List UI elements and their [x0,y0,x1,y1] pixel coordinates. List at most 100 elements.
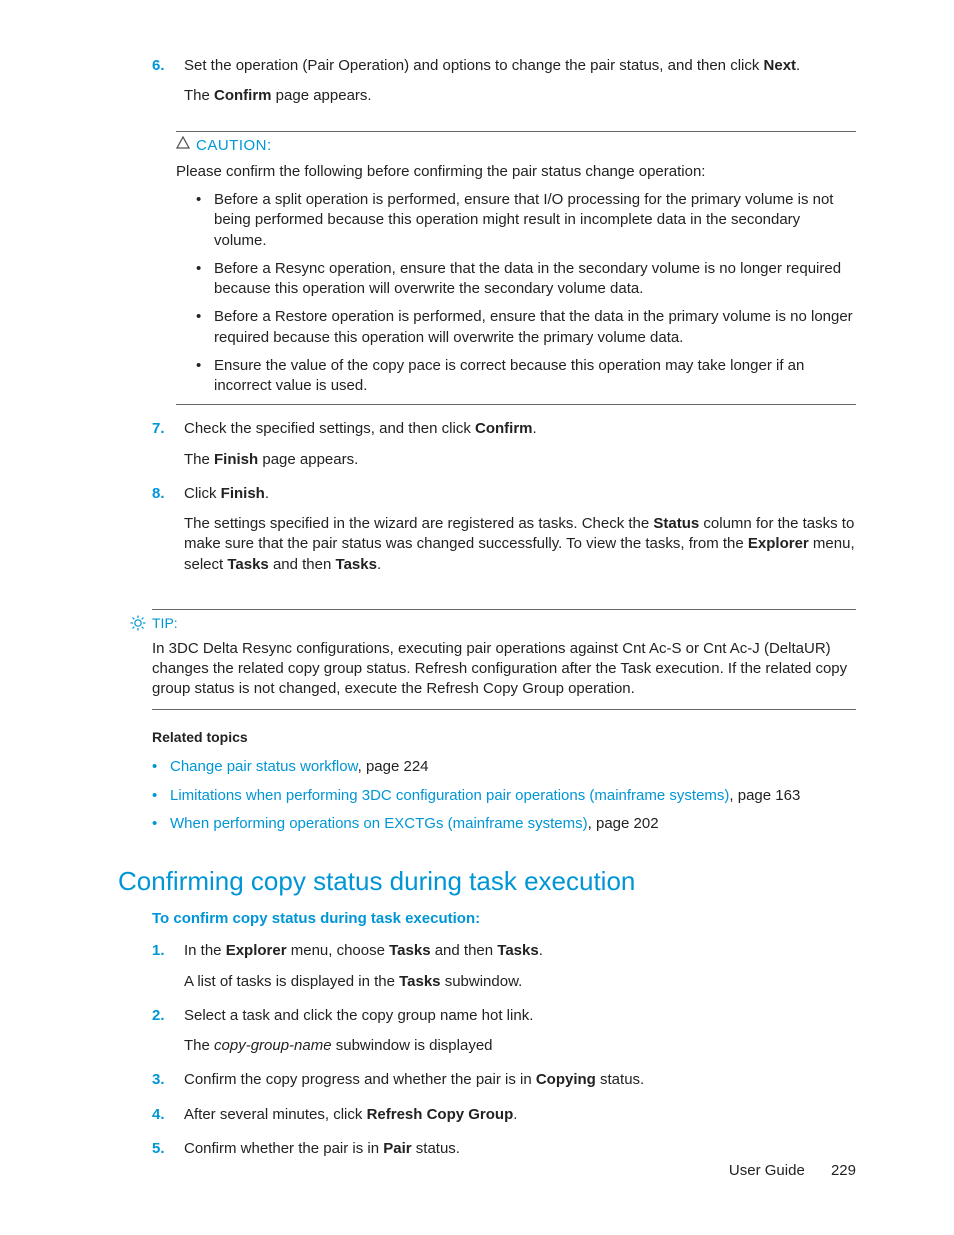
step-body: Check the specified settings, and then c… [184,419,856,480]
text: Before a Restore operation is performed,… [214,307,856,348]
text: The [184,87,214,104]
bold: Confirm [214,87,272,104]
related-topics: Related topics Change pair status workfl… [152,728,856,834]
text: , page 202 [588,815,659,832]
caution-item: Before a split operation is performed, e… [194,190,856,251]
step-number: 8. [152,484,184,585]
step-number: 6. [152,56,184,117]
text: Ensure the value of the copy pace is cor… [214,356,856,397]
text: , page 163 [729,787,800,804]
text: and then [269,556,336,573]
text: . [377,556,381,573]
text: . [539,942,543,959]
caution-icon [176,136,196,150]
caution-item: Ensure the value of the copy pace is cor… [194,356,856,397]
text: A list of tasks is displayed in the [184,973,399,990]
step-body: In the Explorer menu, choose Tasks and t… [184,941,856,1002]
caution-item: Before a Restore operation is performed,… [194,307,856,348]
caution-intro: Please confirm the following before conf… [176,162,856,182]
text: Confirm the copy progress and whether th… [184,1071,536,1088]
bold: Status [653,515,699,532]
text: Confirm whether the pair is in [184,1140,383,1157]
rule [176,131,856,132]
step-number: 7. [152,419,184,480]
step-4: 4. After several minutes, click Refresh … [152,1105,856,1135]
step-1: 1. In the Explorer menu, choose Tasks an… [152,941,856,1002]
bold: Tasks [497,942,538,959]
related-item: When performing operations on EXCTGs (ma… [152,814,856,834]
text: status. [596,1071,644,1088]
section-subhead: To confirm copy status during task execu… [152,909,856,929]
step-number: 2. [152,1006,184,1067]
related-item: Limitations when performing 3DC configur… [152,786,856,806]
step-body: Set the operation (Pair Operation) and o… [184,56,856,117]
related-item: Change pair status workflow, page 224 [152,757,856,777]
text: Check the specified settings, and then c… [184,420,475,437]
bold: Finish [214,451,258,468]
rule [152,709,856,710]
bold: Copying [536,1071,596,1088]
text: The [184,451,214,468]
text: . [513,1106,517,1123]
text: Select a task and click the copy group n… [184,1006,856,1026]
text: Before a Resync operation, ensure that t… [214,259,856,300]
footer-label: User Guide [729,1162,805,1179]
step-2: 2. Select a task and click the copy grou… [152,1006,856,1067]
caution-block: CAUTION: Please confirm the following be… [176,131,856,406]
text: Set the operation (Pair Operation) and o… [184,57,764,74]
bold: Next [764,57,797,74]
tip-block: TIP: In 3DC Delta Resync configurations,… [130,609,856,711]
text: After several minutes, click [184,1106,367,1123]
section-heading: Confirming copy status during task execu… [118,864,856,899]
bold: Finish [221,485,265,502]
caution-item: Before a Resync operation, ensure that t… [194,259,856,300]
bold: Tasks [389,942,430,959]
tip-text: In 3DC Delta Resync configurations, exec… [152,639,856,700]
text: subwindow. [441,973,523,990]
text: , page 224 [358,758,429,775]
related-link[interactable]: Change pair status workflow [170,758,358,775]
tip-body: In 3DC Delta Resync configurations, exec… [152,639,856,700]
step-number: 5. [152,1139,184,1169]
text: . [265,485,269,502]
step-body: After several minutes, click Refresh Cop… [184,1105,856,1135]
bold: Explorer [226,942,287,959]
step-8: 8. Click Finish. The settings specified … [152,484,856,585]
page: 6. Set the operation (Pair Operation) an… [0,0,954,1235]
text: page appears. [258,451,358,468]
related-link[interactable]: Limitations when performing 3DC configur… [170,787,729,804]
text: subwindow is displayed [332,1037,493,1054]
tip-title: TIP: [152,614,178,633]
bold: Tasks [399,973,440,990]
tip-icon [130,615,152,631]
text: The [184,1037,214,1054]
page-number: 229 [831,1161,856,1181]
caution-head: CAUTION: [176,136,856,156]
bold: Pair [383,1140,411,1157]
rule [152,609,856,610]
tip-head: TIP: [130,614,856,633]
text: menu, choose [287,942,390,959]
step-3: 3. Confirm the copy progress and whether… [152,1070,856,1100]
step-number: 4. [152,1105,184,1135]
step-body: Confirm the copy progress and whether th… [184,1070,856,1100]
text: . [533,420,537,437]
caution-title: CAUTION: [196,136,272,156]
step-number: 1. [152,941,184,1002]
bold: Refresh Copy Group [367,1106,514,1123]
rule [176,404,856,405]
text: The settings specified in the wizard are… [184,515,653,532]
step-body: Select a task and click the copy group n… [184,1006,856,1067]
step-body: Click Finish. The settings specified in … [184,484,856,585]
page-footer: User Guide 229 [729,1161,856,1181]
related-link[interactable]: When performing operations on EXCTGs (ma… [170,815,588,832]
step-6: 6. Set the operation (Pair Operation) an… [152,56,856,117]
step-7: 7. Check the specified settings, and the… [152,419,856,480]
caution-body: Please confirm the following before conf… [176,162,856,397]
step-number: 3. [152,1070,184,1100]
bold: Tasks [227,556,268,573]
text: Click [184,485,221,502]
steps: 1. In the Explorer menu, choose Tasks an… [152,941,856,1169]
italic: copy-group-name [214,1037,332,1054]
bold: Confirm [475,420,533,437]
